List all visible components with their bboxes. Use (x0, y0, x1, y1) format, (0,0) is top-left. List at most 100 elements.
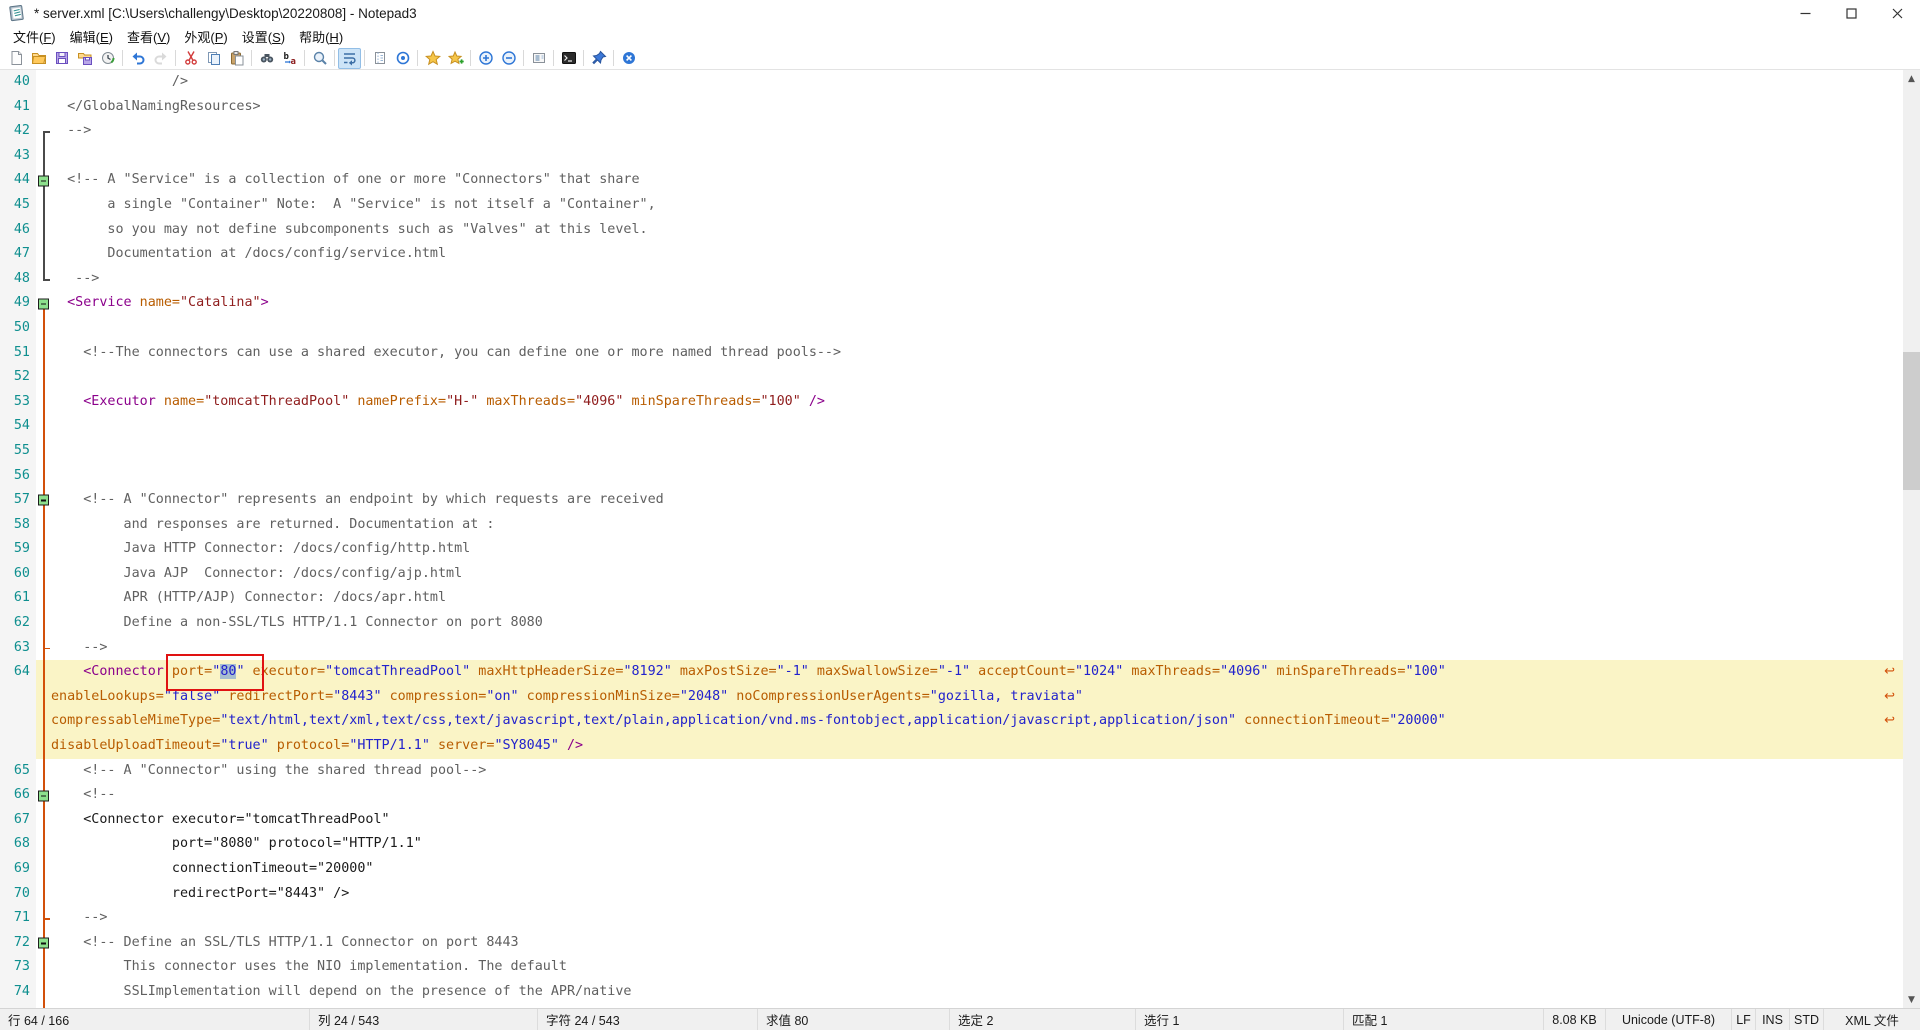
fold-collapse-box-icon[interactable] (38, 790, 49, 801)
fold-collapse-box-icon[interactable] (38, 938, 49, 949)
editor-row-line-44[interactable]: 44 <!-- A "Service" is a collection of o… (0, 168, 1903, 193)
editor-row-line-66[interactable]: 66 <!-- (0, 783, 1903, 808)
toolbar-button-indent-guides[interactable] (368, 48, 391, 69)
scrollbar-down-arrow-icon[interactable]: ▼ (1903, 991, 1920, 1008)
editor-row-line-60[interactable]: 60 Java AJP Connector: /docs/config/ajp.… (0, 562, 1903, 587)
editor-row-line-55[interactable]: 55 (0, 439, 1903, 464)
toolbar-button-cut[interactable] (179, 48, 202, 69)
toolbar-button-schemes[interactable] (527, 48, 550, 69)
toolbar-button-encoding[interactable] (391, 48, 414, 69)
fold-margin[interactable] (36, 783, 51, 808)
toolbar-button-find[interactable] (255, 48, 278, 69)
toolbar-button-redo[interactable] (149, 48, 172, 69)
editor-row-line-59[interactable]: 59 Java HTTP Connector: /docs/config/htt… (0, 537, 1903, 562)
editor-row-line-72[interactable]: 72 <!-- Define an SSL/TLS HTTP/1.1 Conne… (0, 931, 1903, 956)
menu-item-p[interactable]: 外观(P) (177, 26, 234, 47)
menu-item-v[interactable]: 查看(V) (120, 26, 177, 47)
fold-margin[interactable] (36, 488, 51, 513)
toolbar-button-history[interactable] (96, 48, 119, 69)
editor-row-line-64[interactable]: 64 <Connector port="80" executor="tomcat… (0, 660, 1903, 685)
toolbar-button-save[interactable] (50, 48, 73, 69)
menu-item-f[interactable]: 文件(F) (6, 26, 63, 47)
editor-row-line-52[interactable]: 52 (0, 365, 1903, 390)
editor-row-line-68[interactable]: 68 port="8080" protocol="HTTP/1.1" (0, 832, 1903, 857)
editor-row-line-70[interactable]: 70 redirectPort="8443" /> (0, 882, 1903, 907)
status-segment-character[interactable]: 字符 24 / 543 (538, 1009, 758, 1030)
status-segment-column[interactable]: 列 24 / 543 (310, 1009, 538, 1030)
toolbar-button-save-as[interactable] (73, 48, 96, 69)
editor-row-line-41[interactable]: 41 </GlobalNamingResources> (0, 95, 1903, 120)
editor-row-line-58[interactable]: 58 and responses are returned. Documenta… (0, 513, 1903, 538)
status-segment-insert-mode[interactable]: INS (1756, 1009, 1790, 1030)
editor-row-line-46[interactable]: 46 so you may not define subcomponents s… (0, 218, 1903, 243)
editor-row-line-73[interactable]: 73 This connector uses the NIO implement… (0, 955, 1903, 980)
fold-margin[interactable] (36, 291, 51, 316)
toolbar-button-console[interactable] (557, 48, 580, 69)
editor-row-line-61[interactable]: 61 APR (HTTP/AJP) Connector: /docs/apr.h… (0, 586, 1903, 611)
toolbar-button-favorite-add[interactable] (444, 48, 467, 69)
toolbar-button-exit[interactable] (617, 48, 640, 69)
fold-collapse-box-icon[interactable] (38, 298, 49, 309)
status-segment-evaluate[interactable]: 求值 80 (758, 1009, 950, 1030)
editor-row-line-42[interactable]: 42 --> (0, 119, 1903, 144)
toolbar-button-open-folder[interactable] (27, 48, 50, 69)
status-segment-eol[interactable]: LF (1732, 1009, 1756, 1030)
editor-row-line-43[interactable]: 43 (0, 144, 1903, 169)
editor-row-line-62[interactable]: 62 Define a non-SSL/TLS HTTP/1.1 Connect… (0, 611, 1903, 636)
editor-row-line-48[interactable]: 48 --> (0, 267, 1903, 292)
close-button[interactable] (1874, 0, 1920, 26)
toolbar-button-zoom-in[interactable] (474, 48, 497, 69)
editor-row-line-51[interactable]: 51 <!--The connectors can use a shared e… (0, 341, 1903, 366)
toolbar-button-replace[interactable]: ba (278, 48, 301, 69)
status-segment-selection[interactable]: 选定 2 (950, 1009, 1136, 1030)
editor-row-line-49[interactable]: 49 <Service name="Catalina"> (0, 291, 1903, 316)
editor-row-line-64-wrap-3[interactable]: disableUploadTimeout="true" protocol="HT… (0, 734, 1903, 759)
editor-row-line-74[interactable]: 74 SSLImplementation will depend on the … (0, 980, 1903, 1005)
editor-row-line-64-wrap-2[interactable]: compressableMimeType="text/html,text/xml… (0, 709, 1903, 734)
editor-row-line-67[interactable]: 67 <Connector executor="tomcatThreadPool… (0, 808, 1903, 833)
status-segment-encoding[interactable]: Unicode (UTF-8) (1606, 1009, 1732, 1030)
editor-row-line-69[interactable]: 69 connectionTimeout="20000" (0, 857, 1903, 882)
toolbar-button-pin[interactable] (587, 48, 610, 69)
scrollbar-thumb[interactable] (1903, 352, 1920, 490)
fold-collapse-box-icon[interactable] (38, 495, 49, 506)
editor-row-line-57[interactable]: 57 <!-- A "Connector" represents an endp… (0, 488, 1903, 513)
status-segment-matches[interactable]: 匹配 1 (1344, 1009, 1544, 1030)
maximize-button[interactable] (1828, 0, 1874, 26)
editor-row-line-65[interactable]: 65 <!-- A "Connector" using the shared t… (0, 759, 1903, 784)
minimize-button[interactable] (1782, 0, 1828, 26)
fold-margin[interactable] (36, 168, 51, 193)
menu-item-s[interactable]: 设置(S) (235, 26, 292, 47)
editor-row-line-56[interactable]: 56 (0, 464, 1903, 489)
editor-row-line-50[interactable]: 50 (0, 316, 1903, 341)
toolbar-button-favorite[interactable] (421, 48, 444, 69)
editor-row-line-40[interactable]: 40 /> (0, 70, 1903, 95)
status-segment-file-type[interactable]: XML 文件 (1824, 1009, 1920, 1030)
status-segment-line[interactable]: 行 64 / 166 (0, 1009, 310, 1030)
menu-item-e[interactable]: 编辑(E) (63, 26, 120, 47)
status-segment-file-size[interactable]: 8.08 KB (1544, 1009, 1606, 1030)
fold-margin[interactable] (36, 931, 51, 956)
vertical-scrollbar[interactable]: ▲ ▼ (1903, 70, 1920, 1008)
editor-row-line-53[interactable]: 53 <Executor name="tomcatThreadPool" nam… (0, 390, 1903, 415)
status-segment-std-mode[interactable]: STD (1790, 1009, 1824, 1030)
editor-row-line-75[interactable]: 75 library and the useOpenSSL attribute … (0, 1005, 1903, 1008)
editor-row-line-54[interactable]: 54 (0, 414, 1903, 439)
editor-row-line-47[interactable]: 47 Documentation at /docs/config/service… (0, 242, 1903, 267)
toolbar-button-word-wrap[interactable] (338, 48, 361, 69)
toolbar-button-new-file[interactable] (4, 48, 27, 69)
toolbar-button-paste[interactable] (225, 48, 248, 69)
toolbar-button-zoom-out[interactable] (497, 48, 520, 69)
editor-row-line-71[interactable]: 71 --> (0, 906, 1903, 931)
menu-item-h[interactable]: 帮助(H) (292, 26, 350, 47)
toolbar-button-magnifier[interactable] (308, 48, 331, 69)
editor-row-line-64-wrap-1[interactable]: enableLookups="false" redirectPort="8443… (0, 685, 1903, 710)
editor-row-line-45[interactable]: 45 a single "Container" Note: A "Service… (0, 193, 1903, 218)
fold-collapse-box-icon[interactable] (38, 175, 49, 186)
toolbar-button-undo[interactable] (126, 48, 149, 69)
editor-text-area[interactable]: 40 />41 </GlobalNamingResources>42 -->43… (0, 70, 1920, 1008)
status-segment-selected-lines[interactable]: 选行 1 (1136, 1009, 1344, 1030)
editor-row-line-63[interactable]: 63 --> (0, 636, 1903, 661)
toolbar-button-copy[interactable] (202, 48, 225, 69)
scrollbar-up-arrow-icon[interactable]: ▲ (1903, 70, 1920, 87)
